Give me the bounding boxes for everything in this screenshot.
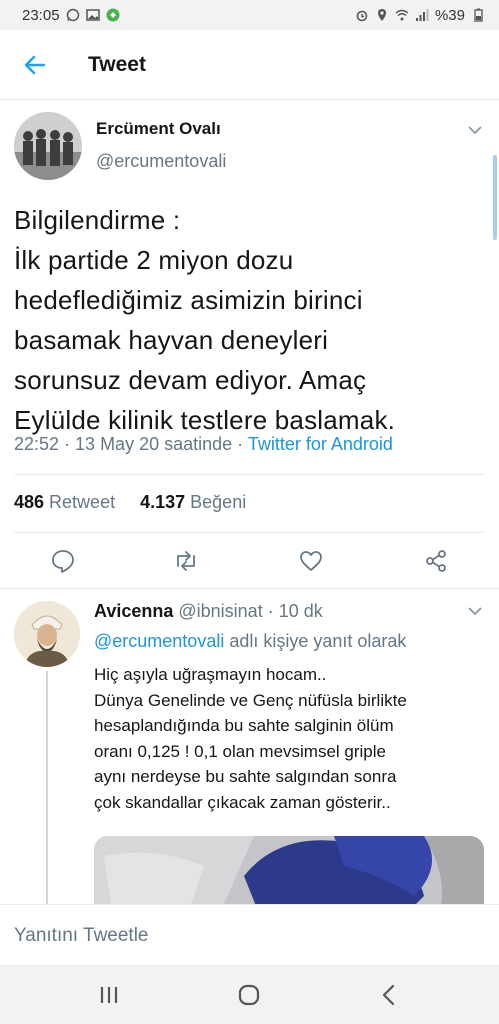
reply-compose-field[interactable]: Yanıtını Tweetle <box>0 904 499 966</box>
chevron-down-icon[interactable] <box>467 605 483 617</box>
divider <box>14 474 484 475</box>
reply-time: · 10 dk <box>262 601 323 621</box>
replying-to: @ercumentovali adlı kişiye yanıt olarak <box>94 631 406 652</box>
location-icon <box>377 9 386 21</box>
divider <box>14 532 484 533</box>
media-photo <box>94 836 484 904</box>
wifi-icon <box>395 9 409 21</box>
compose-placeholder: Yanıtını Tweetle <box>14 925 149 946</box>
tweet-source-link[interactable]: Twitter for Android <box>248 434 393 454</box>
page-title: Tweet <box>88 52 146 76</box>
signal-icon <box>415 9 429 21</box>
back-button[interactable] <box>0 30 70 100</box>
reply-icon[interactable] <box>50 548 76 574</box>
author-name[interactable]: Ercüment Ovalı <box>96 119 221 139</box>
system-nav-bar <box>0 966 499 1024</box>
author-avatar[interactable] <box>14 112 82 180</box>
engagement-counts: 486 Retweet 4.137 Beğeni <box>14 492 246 513</box>
status-bar: 23:05 %39 <box>0 0 499 30</box>
retweet-count-link[interactable]: 486 Retweet <box>14 492 115 512</box>
image-icon <box>85 9 100 21</box>
reply-media-image[interactable] <box>94 836 484 904</box>
tweet-timestamp: 22:52 · 13 May 20 saatinde · <box>14 434 248 454</box>
whatsapp-icon <box>66 8 79 22</box>
like-count-link[interactable]: 4.137 Beğeni <box>140 492 246 512</box>
app-notification-icon <box>106 8 120 22</box>
status-right: %39 <box>355 7 485 24</box>
thread-line <box>46 671 48 904</box>
reply-to-mention[interactable]: @ercumentovali <box>94 631 224 651</box>
recents-icon[interactable] <box>94 980 124 1010</box>
retweet-icon[interactable] <box>173 548 199 574</box>
home-icon[interactable] <box>234 980 264 1010</box>
share-icon[interactable] <box>423 548 449 574</box>
reply-header: Avicenna @ibnisinat · 10 dk <box>94 601 323 622</box>
alarm-icon <box>356 10 368 22</box>
battery-level: %39 <box>434 6 465 24</box>
reply-to-suffix: adlı kişiye yanıt olarak <box>224 631 407 651</box>
tweet-text: Bilgilendirme : İlk partide 2 miyon dozu… <box>14 205 396 435</box>
author-row: Ercüment Ovalı @ercumentovali <box>0 100 499 190</box>
chevron-down-icon[interactable] <box>467 124 483 136</box>
app-header: Tweet <box>0 30 499 100</box>
main-tweet: Ercüment Ovalı @ercumentovali Bilgilendi… <box>0 100 499 573</box>
status-time: 23:05 <box>22 6 60 24</box>
reply-author-avatar[interactable] <box>14 601 80 667</box>
reply-author-handle[interactable]: @ibnisinat <box>173 601 262 621</box>
like-label: Beğeni <box>185 492 247 512</box>
retweet-count: 486 <box>14 492 45 512</box>
reply-text: Hiç aşıyla uğraşmayın hocam.. Dünya Gene… <box>94 665 407 812</box>
author-avatar-image <box>14 112 82 180</box>
author-handle[interactable]: @ercumentovali <box>96 151 226 172</box>
reply-author-name[interactable]: Avicenna <box>94 601 173 621</box>
tweet-actions <box>0 538 499 582</box>
tweet-meta: 22:52 · 13 May 20 saatinde · Twitter for… <box>14 434 393 455</box>
like-icon[interactable] <box>298 548 324 574</box>
reply-avatar-image <box>14 601 80 667</box>
reply-tweet[interactable]: Avicenna @ibnisinat · 10 dk @ercumentova… <box>0 589 499 904</box>
battery-icon <box>474 8 483 22</box>
status-left: 23:05 <box>22 7 120 24</box>
like-count: 4.137 <box>140 492 186 512</box>
retweet-label: Retweet <box>44 492 116 512</box>
scrollbar-thumb[interactable] <box>493 155 497 240</box>
back-arrow-icon <box>24 55 46 74</box>
back-icon[interactable] <box>374 980 404 1010</box>
